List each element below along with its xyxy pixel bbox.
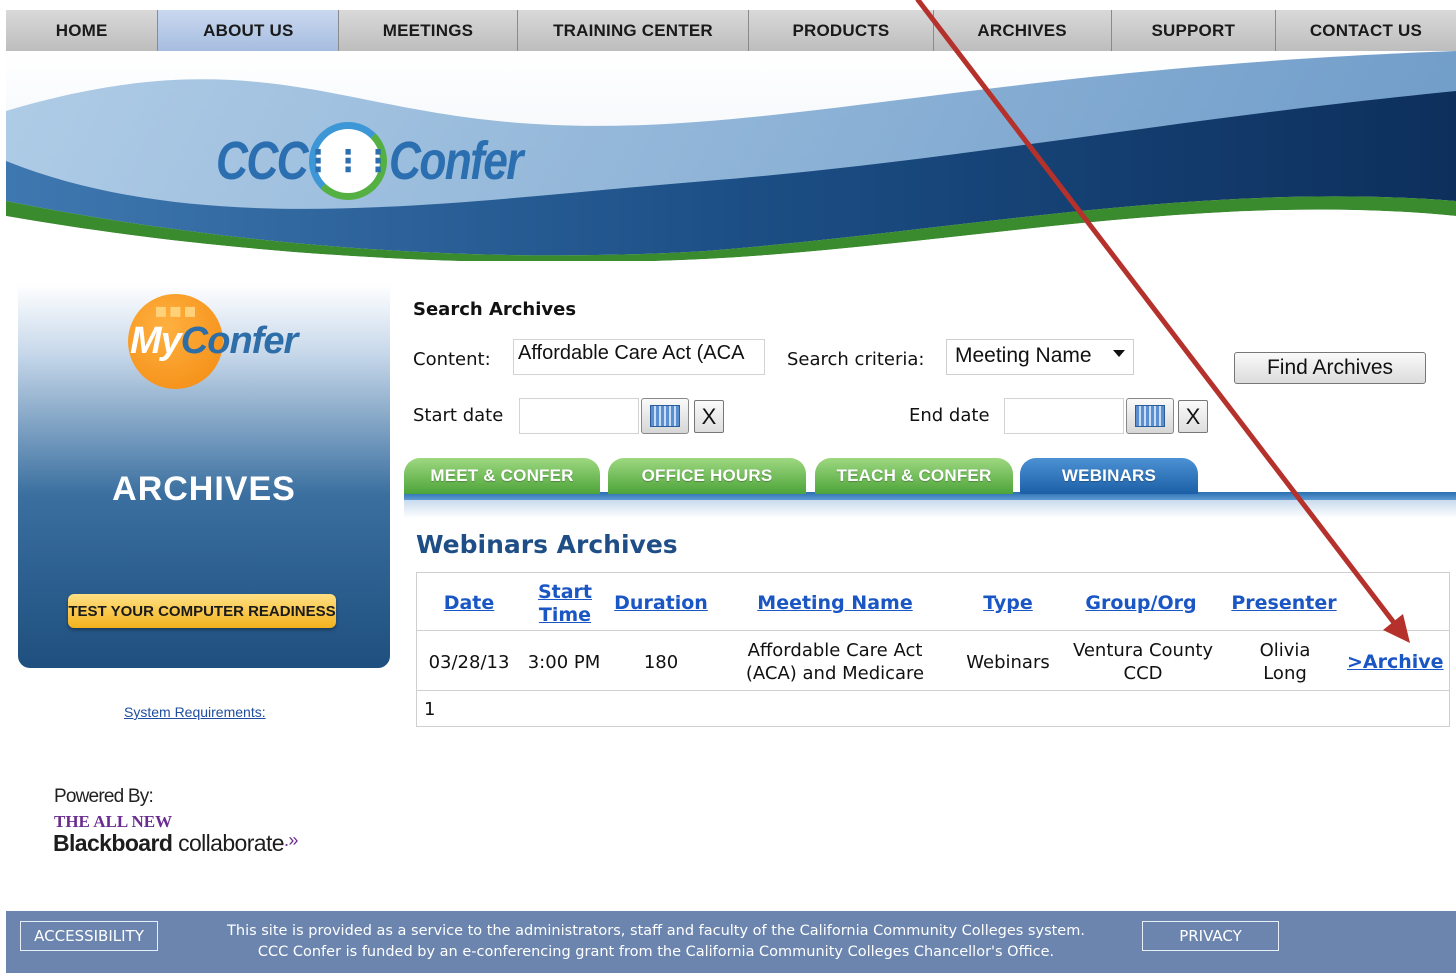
blackboard-collaborate-logo: Blackboard collaborate.»	[53, 830, 298, 857]
criteria-value: Meeting Name	[955, 344, 1092, 367]
collaborate-mark: .»	[283, 830, 298, 850]
nav-products[interactable]: PRODUCTS	[749, 10, 934, 51]
cell-date: 03/28/13	[428, 652, 510, 673]
footer-line-2: CCC Confer is funded by an e-conferencin…	[257, 944, 1055, 960]
myconfer-confer-text: Confer	[180, 320, 298, 362]
logo-confer-text: Confer	[389, 131, 523, 191]
cell-type: Webinars	[966, 652, 1050, 673]
system-requirements-link[interactable]: System Requirements:	[124, 704, 266, 720]
keypad-grid-icon: ▪▪▪	[154, 298, 198, 322]
cell-duration: 180	[643, 652, 679, 673]
cell-presenter-line2: Long	[1263, 663, 1307, 684]
col-start-time[interactable]: Start Time	[533, 581, 597, 627]
calendar-icon	[1135, 405, 1165, 427]
criteria-select[interactable]: Meeting Name	[946, 339, 1134, 375]
start-calendar-button[interactable]	[641, 398, 689, 434]
ccc-confer-logo[interactable]: CCC ⋮⋮⋮ Confer	[216, 119, 551, 203]
archive-link[interactable]: >Archive	[1347, 651, 1444, 673]
footer-text: This site is provided as a service to th…	[176, 921, 1136, 963]
privacy-button[interactable]: PRIVACY	[1142, 921, 1279, 951]
header-banner: CCC ⋮⋮⋮ Confer	[6, 51, 1456, 261]
accessibility-button[interactable]: ACCESSIBILITY	[20, 921, 158, 951]
row-divider	[417, 630, 1449, 631]
criteria-label: Search criteria:	[787, 349, 925, 370]
dropdown-arrow-icon	[1113, 350, 1125, 357]
cell-start-time: 3:00 PM	[527, 652, 601, 673]
footer-line-1: This site is provided as a service to th…	[227, 923, 1085, 939]
sidebar-heading: ARCHIVES	[112, 470, 296, 508]
logo-ccc-text: CCC	[216, 131, 309, 191]
nav-home[interactable]: HOME	[6, 10, 159, 51]
test-readiness-button[interactable]: TEST YOUR COMPUTER READINESS	[68, 594, 336, 628]
sidebar-panel: ▪▪▪ MyConfer ARCHIVES TEST YOUR COMPUTER…	[18, 284, 390, 668]
blackboard-text: Blackboard	[53, 830, 173, 856]
col-duration[interactable]: Duration	[611, 592, 711, 615]
all-new-label: THE ALL NEW	[54, 812, 173, 831]
pager-page-1[interactable]: 1	[424, 699, 435, 720]
cell-group-line2: CCD	[1123, 663, 1163, 684]
results-table: Date Start Time Duration Meeting Name Ty…	[416, 572, 1450, 727]
cell-meeting-name-line2: (ACA) and Medicare	[745, 663, 925, 684]
start-date-input[interactable]	[519, 398, 639, 434]
content-input[interactable]: Affordable Care Act (ACA	[513, 339, 765, 375]
calendar-icon	[650, 405, 680, 427]
myconfer-logo: MyConfer	[130, 320, 298, 363]
col-group-org[interactable]: Group/Org	[1077, 592, 1205, 615]
col-date[interactable]: Date	[433, 592, 505, 615]
nav-archives[interactable]: ARCHIVES	[934, 10, 1112, 51]
footer: ACCESSIBILITY This site is provided as a…	[6, 911, 1456, 973]
results-title: Webinars Archives	[416, 530, 678, 559]
start-clear-button[interactable]: X	[694, 400, 724, 433]
end-date-input[interactable]	[1004, 398, 1124, 434]
collaborate-text: collaborate	[178, 830, 285, 856]
nav-contact-us[interactable]: CONTACT US	[1276, 10, 1456, 51]
category-tabs: MEET & CONFER OFFICE HOURS TEACH & CONFE…	[404, 456, 1456, 518]
tabs-fade	[404, 500, 1456, 518]
phone-keypad-icon: ⋮⋮⋮	[303, 122, 393, 200]
end-clear-button[interactable]: X	[1178, 400, 1208, 433]
nav-support[interactable]: SUPPORT	[1112, 10, 1276, 51]
cell-presenter-line1: Olivia	[1259, 640, 1311, 661]
nav-about-us[interactable]: ABOUT US	[158, 10, 340, 51]
find-archives-button[interactable]: Find Archives	[1234, 352, 1426, 384]
row-divider	[417, 690, 1449, 691]
col-meeting-name[interactable]: Meeting Name	[747, 592, 923, 615]
end-calendar-button[interactable]	[1126, 398, 1174, 434]
powered-by-label: Powered By:	[54, 786, 154, 807]
myconfer-my-text: My	[130, 320, 182, 362]
col-type[interactable]: Type	[973, 592, 1043, 615]
cell-meeting-name-line1: Affordable Care Act	[747, 640, 923, 661]
search-title: Search Archives	[413, 299, 577, 320]
tab-teach-confer[interactable]: TEACH & CONFER	[815, 458, 1013, 494]
start-date-label: Start date	[413, 405, 504, 426]
tab-meet-confer[interactable]: MEET & CONFER	[404, 458, 600, 494]
cell-group-line1: Ventura County	[1072, 640, 1214, 661]
content-label: Content:	[413, 349, 491, 370]
tab-office-hours[interactable]: OFFICE HOURS	[608, 458, 806, 494]
col-presenter[interactable]: Presenter	[1229, 592, 1339, 615]
tab-webinars[interactable]: WEBINARS	[1020, 458, 1198, 494]
end-date-label: End date	[909, 405, 990, 426]
top-nav: HOME ABOUT US MEETINGS TRAINING CENTER P…	[6, 10, 1456, 52]
nav-training-center[interactable]: TRAINING CENTER	[518, 10, 750, 51]
nav-meetings[interactable]: MEETINGS	[339, 10, 518, 51]
